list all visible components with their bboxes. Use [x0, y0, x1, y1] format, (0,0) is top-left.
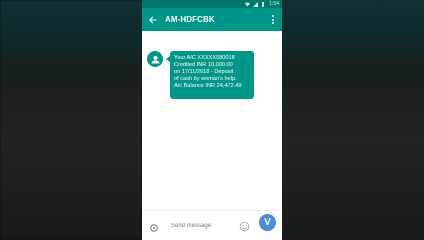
compose-input[interactable] — [171, 220, 241, 231]
battery-icon — [261, 1, 266, 7]
app-bar: AM-HDFCBK — [142, 8, 282, 31]
emoji-icon[interactable] — [239, 219, 250, 232]
wifi-icon — [245, 2, 251, 7]
conversation-title: AM-HDFCBK — [165, 15, 215, 24]
status-time: 1:54 — [269, 1, 279, 7]
status-bar: 1:54 — [142, 0, 282, 8]
overflow-menu-icon[interactable] — [270, 13, 276, 26]
message-bubble[interactable]: Your A/C XXXXX580018 Credited INR 10,000… — [166, 51, 254, 99]
phone-screen: 1:54 AM-HDFCBK Your A/C XXXXX580018 Cred… — [142, 0, 282, 240]
message-line: Your A/C XXXXX580018 — [174, 55, 235, 61]
message-line: on 17/11/2018 - Deposit — [174, 68, 234, 75]
message-line: A/c Balance INR 24,472.49 — [174, 82, 242, 89]
person-icon — [147, 51, 163, 67]
signal-icon — [253, 1, 259, 7]
attach-icon[interactable] — [149, 220, 159, 232]
message-line: Credited INR 10,000.00 — [174, 61, 233, 68]
compose-bar: V — [142, 210, 282, 240]
back-arrow-icon[interactable] — [145, 8, 161, 31]
send-button[interactable]: V — [259, 214, 276, 231]
message-line: of cash by woman's help. — [174, 75, 237, 82]
